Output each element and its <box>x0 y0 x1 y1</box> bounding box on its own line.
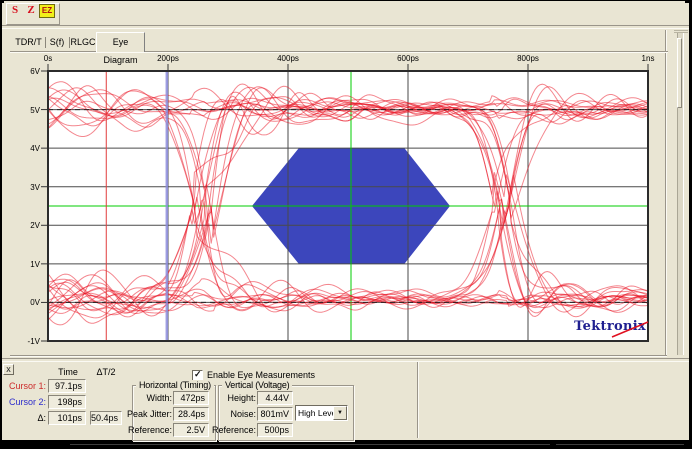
tab-tdrt[interactable]: TDR/T <box>13 36 44 49</box>
noise-field[interactable]: 801mV <box>257 407 293 421</box>
tab-eye-diagram[interactable]: Eye Diagram <box>96 32 145 52</box>
tab-page-bottom-edge-highlight <box>10 356 667 357</box>
vertical-reference-label: Reference: <box>210 424 256 436</box>
width-label: Width: <box>126 392 172 404</box>
panel-divider <box>2 358 689 362</box>
height-field[interactable]: 4.44V <box>257 391 293 405</box>
y-axis-tick-label: 5V <box>14 105 40 116</box>
bottom-frame-line <box>556 444 684 445</box>
bottom-frame-line <box>70 444 550 445</box>
x-axis-tick-label: 1ns <box>642 54 655 64</box>
horizontal-reference-label: Reference: <box>126 424 172 436</box>
tab-sf[interactable]: S(f) <box>46 36 68 49</box>
x-axis-tick-label: 0s <box>44 54 52 64</box>
x-axis-tick-label: 200ps <box>157 54 179 64</box>
horizontal-timing-title: Horizontal (Timing) <box>136 380 214 390</box>
cursor2-label: Cursor 2: <box>0 396 46 408</box>
bottom-panel-divider-highlight <box>418 362 419 438</box>
peak-jitter-label: Peak Jitter: <box>126 408 172 420</box>
app-window: S Z EZ TDR/T S(f) RLGC Eye Diagram Tektr… <box>0 0 692 449</box>
window-grip-lines <box>674 30 688 31</box>
x-axis-tick-label: 600ps <box>397 54 419 64</box>
horizontal-reference-field[interactable]: 2.5V <box>173 423 209 437</box>
column-header-delta-t2: ΔT/2 <box>88 366 124 378</box>
y-axis-tick-label: -1V <box>14 336 40 347</box>
tektronix-logo: Tektronix <box>574 319 646 334</box>
column-header-time: Time <box>50 366 86 378</box>
chevron-down-icon[interactable]: ▼ <box>333 406 347 420</box>
y-axis-tick-label: 2V <box>14 220 40 231</box>
toolbar: S Z EZ <box>4 1 685 25</box>
y-axis-tick-label: 3V <box>14 182 40 193</box>
peak-jitter-field[interactable]: 28.4ps <box>173 407 209 421</box>
cursor2-time-field[interactable]: 198ps <box>48 395 86 409</box>
impedance-tool-button[interactable]: Z <box>24 3 38 18</box>
eye-diagram-plot[interactable]: Tektronix <box>28 51 668 351</box>
s-parameter-tool-button[interactable]: S <box>8 3 22 18</box>
close-measurement-panel-button[interactable]: x <box>3 364 14 375</box>
delta-t2-field[interactable]: 50.4ps <box>90 411 122 425</box>
delta-time-field[interactable]: 101ps <box>48 411 86 425</box>
width-field[interactable]: 472ps <box>173 391 209 405</box>
x-axis-tick-label: 800ps <box>517 54 539 64</box>
delta-label: Δ: <box>0 412 46 424</box>
vertical-voltage-title: Vertical (Voltage) <box>222 380 292 390</box>
cursor1-time-field[interactable]: 97.1ps <box>48 379 86 393</box>
y-axis-tick-label: 1V <box>14 259 40 270</box>
noise-label: Noise: <box>210 408 256 420</box>
cursor1-label: Cursor 1: <box>0 380 46 392</box>
tab-rlgc[interactable]: RLGC <box>70 36 96 49</box>
y-axis-tick-label: 6V <box>14 66 40 77</box>
checkmark-icon: ✓ <box>194 369 202 380</box>
y-axis-tick-label: 4V <box>14 143 40 154</box>
vertical-reference-field[interactable]: 500ps <box>257 423 293 437</box>
eye-diagram-tool-button[interactable]: EZ <box>39 4 55 18</box>
toolbar-separator <box>2 25 689 29</box>
y-axis-tick-label: 0V <box>14 297 40 308</box>
vertical-scrollbar-thumb[interactable] <box>677 38 682 108</box>
noise-level-select[interactable]: High Level ▼ <box>295 405 348 421</box>
height-label: Height: <box>210 392 256 404</box>
x-axis-tick-label: 400ps <box>277 54 299 64</box>
